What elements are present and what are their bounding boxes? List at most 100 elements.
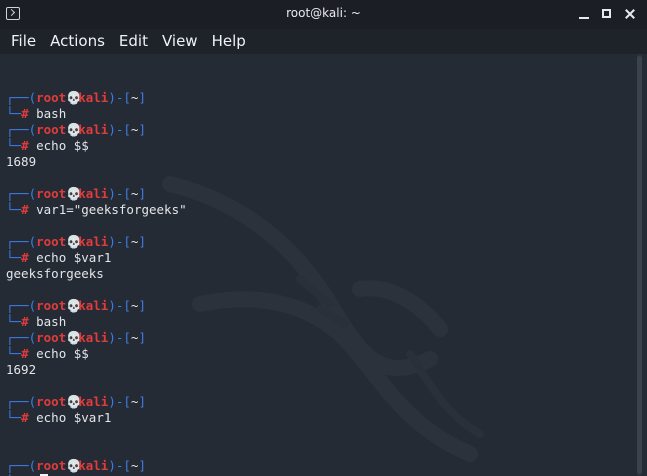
prompt-user: root: [36, 90, 67, 105]
menu-view[interactable]: View: [155, 29, 205, 54]
output-text: 1692: [6, 362, 37, 377]
skull-icon: 💀: [66, 234, 82, 249]
prompt-user: root: [36, 186, 67, 201]
prompt-hash: #: [21, 346, 29, 361]
prompt-host: kali: [78, 298, 109, 313]
prompt-host: kali: [78, 394, 109, 409]
terminal-output-area[interactable]: ┌──(root💀kali)-[~] └─# bash ┌──(root💀kali)…: [0, 54, 647, 476]
prompt-host: kali: [78, 186, 109, 201]
prompt-frame: ]: [138, 330, 146, 345]
prompt-frame: )-[: [108, 330, 131, 345]
prompt-frame: ]: [138, 298, 146, 313]
prompt-hash: #: [21, 314, 29, 329]
prompt-frame: ┌──(: [6, 90, 37, 105]
terminal-window: root@kali: ~ File Actions Edit View Help…: [0, 0, 647, 476]
skull-icon: 💀: [66, 394, 82, 409]
prompt-header-line: ┌──(root💀kali)-[~]: [6, 330, 187, 346]
prompt-frame: )-[: [108, 90, 131, 105]
prompt-header-line: ┌──(root💀kali)-[~]: [6, 122, 187, 138]
prompt-frame: ┌──(: [6, 234, 37, 249]
prompt-frame: └─: [6, 346, 22, 361]
prompt-frame: )-[: [108, 234, 131, 249]
prompt-hash: #: [21, 410, 29, 425]
prompt-host: kali: [78, 330, 109, 345]
prompt-frame: ┌──(: [6, 458, 37, 473]
prompt-user: root: [36, 122, 67, 137]
prompt-frame: ]: [138, 234, 146, 249]
prompt-frame: └─: [6, 314, 22, 329]
command-text: echo $var1: [36, 250, 112, 265]
window-title: root@kali: ~: [286, 6, 361, 20]
prompt-frame: └─: [6, 138, 22, 153]
prompt-frame: ┌──(: [6, 330, 37, 345]
prompt-frame: ]: [138, 394, 146, 409]
minimize-button[interactable]: [575, 5, 593, 23]
scrollbar-thumb[interactable]: [637, 56, 642, 474]
prompt-host: kali: [78, 234, 109, 249]
menu-file[interactable]: File: [4, 29, 43, 54]
command-line: └─# echo $$: [6, 346, 187, 362]
output-line: 1692: [6, 362, 187, 378]
skull-icon: 💀: [66, 186, 82, 201]
command-line: └─# echo $$: [6, 138, 187, 154]
prompt-user: root: [36, 458, 67, 473]
prompt-frame: └─: [6, 250, 22, 265]
command-text: var1="geeksforgeeks": [36, 202, 187, 217]
prompt-frame: ┌──(: [6, 186, 37, 201]
maximize-button[interactable]: [598, 5, 616, 23]
output-text: geeksforgeeks: [6, 266, 104, 281]
prompt-hash: #: [21, 202, 29, 217]
command-text: bash: [36, 106, 67, 121]
menu-help[interactable]: Help: [205, 29, 253, 54]
prompt-frame: ]: [138, 90, 146, 105]
skull-icon: 💀: [66, 298, 82, 313]
command-text: echo $$: [36, 138, 89, 153]
skull-icon: 💀: [66, 90, 82, 105]
command-line: └─# bash: [6, 106, 187, 122]
prompt-frame: )-[: [108, 298, 131, 313]
close-button[interactable]: [621, 5, 639, 23]
prompt-user: root: [36, 330, 67, 345]
prompt-header-line: ┌──(root💀kali)-[~]: [6, 298, 187, 314]
prompt-frame: )-[: [108, 458, 131, 473]
command-line: └─# echo $var1: [6, 410, 187, 426]
command-line: └─# var1="geeksforgeeks": [6, 202, 187, 218]
prompt-header-line: ┌──(root💀kali)-[~]: [6, 90, 187, 106]
prompt-host: kali: [78, 90, 109, 105]
prompt-host: kali: [78, 122, 109, 137]
terminal-lines: ┌──(root💀kali)-[~] └─# bash ┌──(root💀kali)…: [6, 74, 187, 476]
prompt-user: root: [36, 234, 67, 249]
menu-actions[interactable]: Actions: [43, 29, 112, 54]
skull-icon: 💀: [66, 330, 82, 345]
prompt-frame: ┌──(: [6, 298, 37, 313]
prompt-frame: ]: [138, 186, 146, 201]
prompt-header-line: ┌──(root💀kali)-[~]: [6, 234, 187, 250]
command-text: echo $var1: [36, 410, 112, 425]
skull-icon: 💀: [66, 122, 82, 137]
scrollbar[interactable]: [637, 54, 642, 476]
output-line: geeksforgeeks: [6, 266, 187, 282]
title-bar[interactable]: root@kali: ~: [0, 0, 647, 29]
prompt-frame: └─: [6, 410, 22, 425]
menu-bar: File Actions Edit View Help: [0, 29, 647, 54]
prompt-frame: └─: [6, 202, 22, 217]
prompt-hash: #: [21, 250, 29, 265]
prompt-host: kali: [78, 458, 109, 473]
prompt-header-line: ┌──(root💀kali)-[~]: [6, 186, 187, 202]
prompt-header-line: ┌──(root💀kali)-[~]: [6, 394, 187, 410]
command-text: echo $$: [36, 346, 89, 361]
prompt-frame: )-[: [108, 122, 131, 137]
command-line: └─# echo $var1: [6, 250, 187, 266]
output-line: 1689: [6, 154, 187, 170]
menu-edit[interactable]: Edit: [112, 29, 155, 54]
prompt-frame: ┌──(: [6, 122, 37, 137]
prompt-user: root: [36, 394, 67, 409]
prompt-header-line: ┌──(root💀kali)-[~]: [6, 458, 187, 474]
